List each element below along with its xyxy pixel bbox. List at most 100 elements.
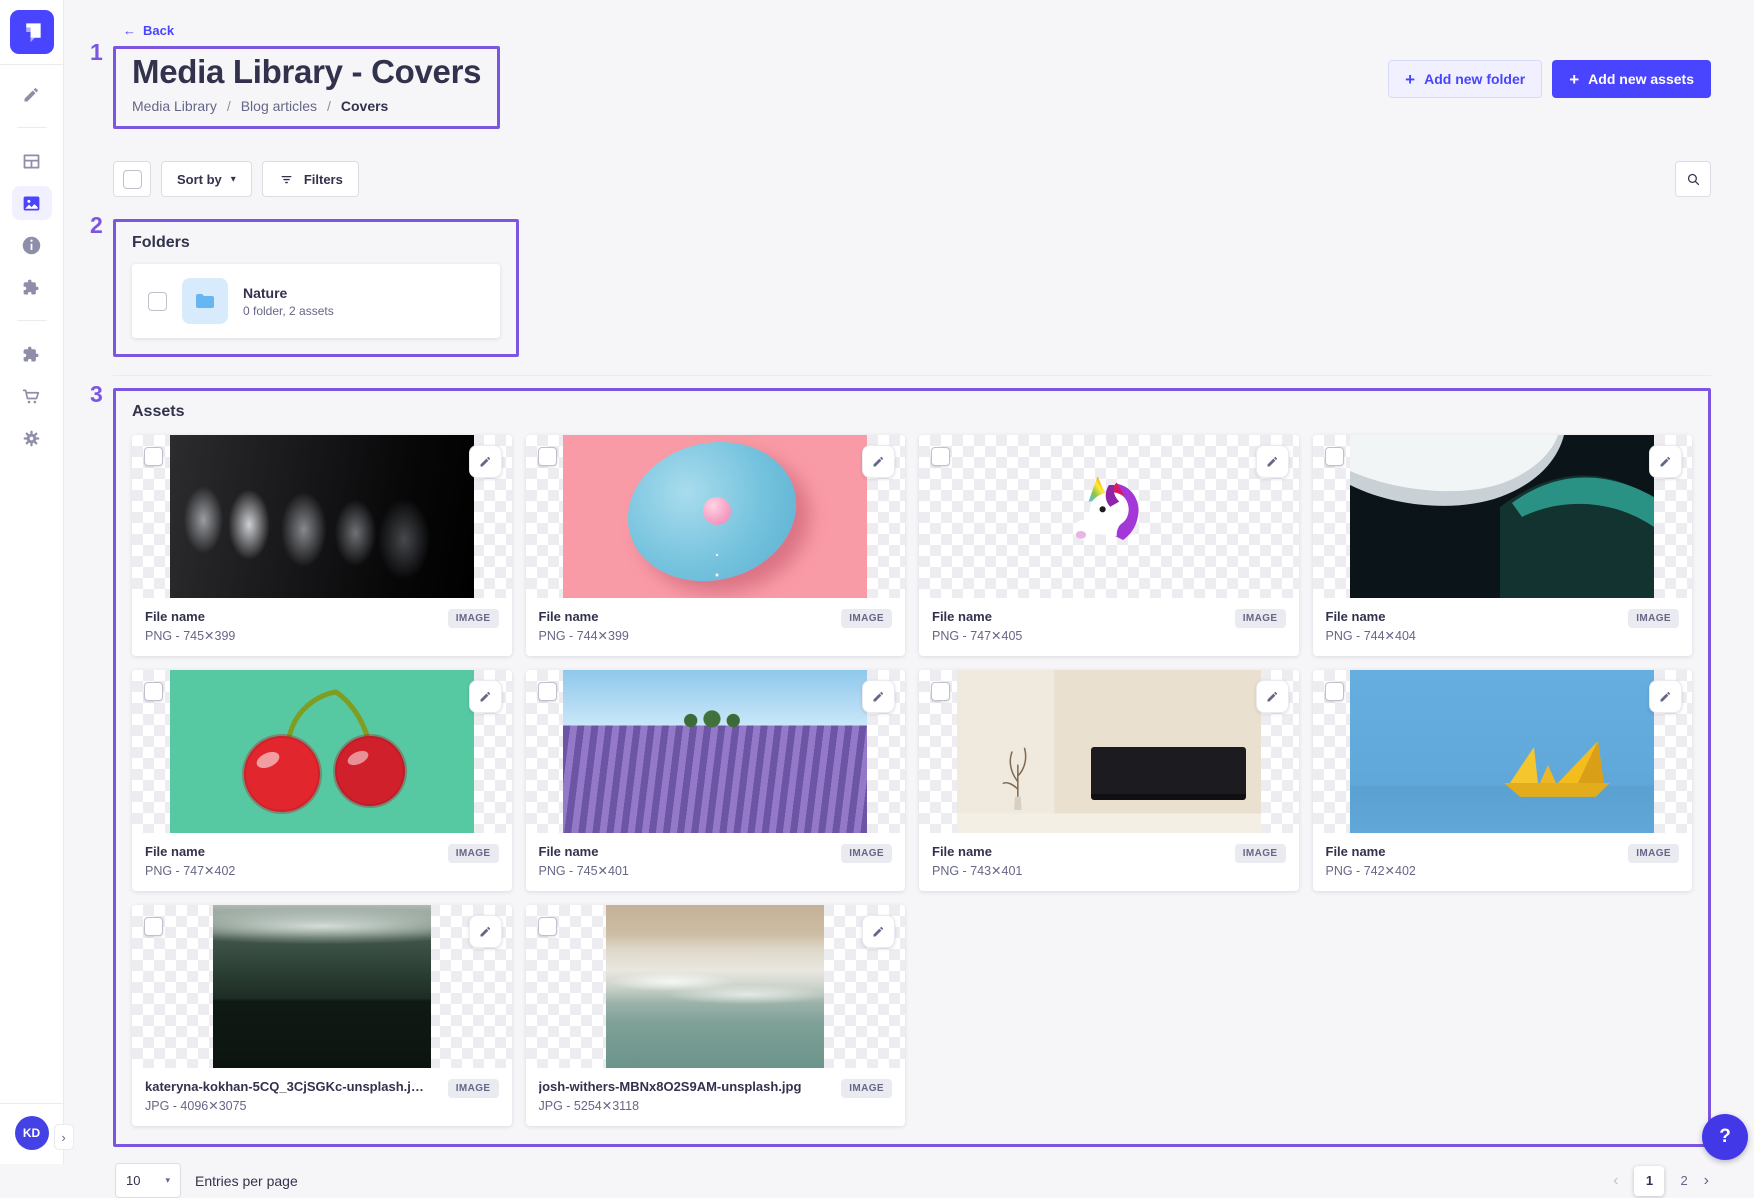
- help-button[interactable]: ?: [1702, 1114, 1748, 1160]
- filters-button[interactable]: Filters: [262, 161, 359, 197]
- asset-checkbox[interactable]: [931, 682, 950, 701]
- page-title: Media Library - Covers: [132, 53, 481, 91]
- sidebar-item-content-manager[interactable]: [12, 77, 52, 111]
- pencil-icon: [871, 689, 886, 704]
- sidebar-group-divider: [17, 320, 47, 321]
- asset-thumbnail-beach-aerial: [606, 905, 824, 1068]
- asset-checkbox[interactable]: [144, 917, 163, 936]
- assets-heading: Assets: [132, 403, 1692, 421]
- asset-media: [526, 435, 906, 598]
- add-folder-label: Add new folder: [1424, 71, 1525, 87]
- asset-type-badge: IMAGE: [1235, 844, 1286, 863]
- asset-thumbnail-lavender-field: [563, 670, 867, 833]
- sidebar-item-plugins[interactable]: [12, 270, 52, 304]
- asset-card: File name PNG - 744✕404 IMAGE: [1313, 435, 1693, 656]
- asset-file-meta: JPG - 5254✕3118: [539, 1098, 802, 1113]
- edit-asset-button[interactable]: [469, 915, 502, 948]
- add-new-assets-button[interactable]: + Add new assets: [1552, 60, 1711, 98]
- asset-checkbox[interactable]: [1325, 682, 1344, 701]
- asset-media: [132, 905, 512, 1068]
- add-new-folder-button[interactable]: + Add new folder: [1388, 60, 1542, 98]
- sidebar-item-purchase[interactable]: [12, 379, 52, 413]
- puzzle-icon: [21, 277, 42, 298]
- asset-checkbox[interactable]: [144, 682, 163, 701]
- edit-asset-button[interactable]: [1256, 680, 1289, 713]
- previous-page-button[interactable]: ‹: [1613, 1172, 1618, 1190]
- sidebar-collapse-button[interactable]: ›: [54, 1124, 74, 1150]
- next-page-button[interactable]: ›: [1704, 1172, 1709, 1190]
- page-2-button[interactable]: 2: [1680, 1173, 1687, 1188]
- edit-asset-button[interactable]: [469, 680, 502, 713]
- sidebar-item-settings[interactable]: [12, 421, 52, 455]
- strapi-logo[interactable]: [10, 10, 54, 54]
- edit-asset-button[interactable]: [862, 680, 895, 713]
- search-button[interactable]: [1675, 161, 1711, 197]
- edit-asset-button[interactable]: [1649, 445, 1682, 478]
- iceberg-graphic: [1350, 435, 1654, 598]
- folder-icon-wrap: [182, 278, 228, 324]
- chevron-right-icon: ›: [61, 1130, 65, 1145]
- asset-thumbnail-paper-boat: [1350, 670, 1654, 833]
- select-all-checkbox[interactable]: [113, 161, 151, 197]
- asset-file-meta: PNG - 745✕401: [539, 863, 629, 878]
- asset-thumbnail-forest-lake: [213, 905, 431, 1068]
- sidebar-item-media-library[interactable]: [12, 186, 52, 220]
- asset-file-name: File name: [539, 609, 629, 624]
- edit-asset-button[interactable]: [1256, 445, 1289, 478]
- asset-type-badge: IMAGE: [448, 609, 499, 628]
- avatar[interactable]: KD: [15, 1116, 49, 1150]
- asset-checkbox[interactable]: [538, 447, 557, 466]
- annotation-number-1: 1: [90, 39, 103, 66]
- asset-file-meta: PNG - 743✕401: [932, 863, 1022, 878]
- breadcrumb-blog-articles[interactable]: Blog articles: [241, 98, 317, 114]
- assets-grid: File name PNG - 745✕399 IMAGE File name: [132, 435, 1692, 1126]
- info-icon: [21, 235, 42, 256]
- asset-media: [1313, 670, 1693, 833]
- page-1-button[interactable]: 1: [1634, 1166, 1664, 1196]
- puzzle-icon: [21, 344, 42, 365]
- asset-thumbnail-lollipop: [563, 435, 867, 598]
- sidebar-item-documentation[interactable]: [12, 228, 52, 262]
- folder-name: Nature: [243, 285, 334, 301]
- asset-checkbox[interactable]: [1325, 447, 1344, 466]
- sidebar-item-marketplace[interactable]: [12, 337, 52, 371]
- folder-card-nature[interactable]: Nature 0 folder, 2 assets: [132, 264, 500, 338]
- edit-asset-button[interactable]: [469, 445, 502, 478]
- back-label: Back: [143, 23, 174, 38]
- asset-media: [526, 670, 906, 833]
- strapi-logo-icon: [19, 19, 45, 45]
- asset-thumbnail-iceberg: [1350, 435, 1654, 598]
- asset-checkbox[interactable]: [144, 447, 163, 466]
- asset-checkbox[interactable]: [538, 917, 557, 936]
- annotation-number-2: 2: [90, 212, 103, 239]
- asset-card: File name PNG - 745✕401 IMAGE: [526, 670, 906, 891]
- sort-by-button[interactable]: Sort by ▾: [161, 161, 252, 197]
- breadcrumb-separator: /: [227, 98, 231, 114]
- folder-checkbox[interactable]: [148, 292, 167, 311]
- asset-card: File name PNG - 747✕402 IMAGE: [132, 670, 512, 891]
- pencil-icon: [1265, 689, 1280, 704]
- plus-icon: +: [1405, 71, 1415, 88]
- asset-type-badge: IMAGE: [1628, 609, 1679, 628]
- section-divider: [113, 375, 1711, 376]
- edit-asset-button[interactable]: [862, 445, 895, 478]
- asset-checkbox[interactable]: [538, 682, 557, 701]
- asset-card: josh-withers-MBNx8O2S9AM-unsplash.jpg JP…: [526, 905, 906, 1126]
- pencil-icon: [871, 454, 886, 469]
- asset-checkbox[interactable]: [931, 447, 950, 466]
- entries-per-page-select[interactable]: 10 ▾: [115, 1163, 181, 1198]
- pencil-icon: [478, 924, 493, 939]
- sidebar-item-content-type-builder[interactable]: [12, 144, 52, 178]
- edit-asset-button[interactable]: [1649, 680, 1682, 713]
- asset-media: [526, 905, 906, 1068]
- add-assets-label: Add new assets: [1588, 71, 1694, 87]
- asset-card: File name PNG - 747✕405 IMAGE: [919, 435, 1299, 656]
- pencil-icon: [478, 689, 493, 704]
- breadcrumb-media-library[interactable]: Media Library: [132, 98, 217, 114]
- edit-asset-button[interactable]: [862, 915, 895, 948]
- back-link[interactable]: ← Back: [123, 23, 174, 38]
- cherries-graphic: [170, 670, 474, 833]
- asset-type-badge: IMAGE: [1628, 844, 1679, 863]
- unicorn-emoji: [1063, 471, 1155, 563]
- plant-graphic: [999, 727, 1037, 812]
